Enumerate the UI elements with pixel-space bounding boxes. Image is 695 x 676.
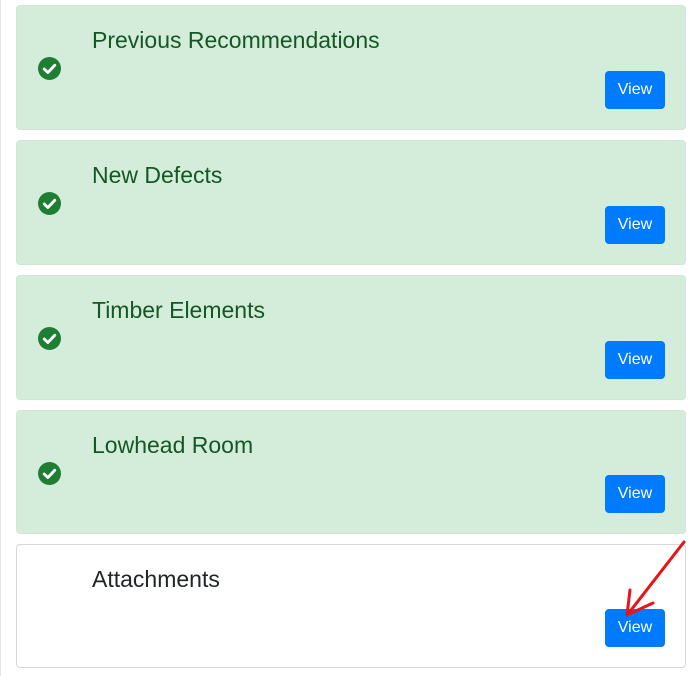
section-title: Previous Recommendations <box>92 27 380 53</box>
view-button[interactable]: View <box>605 609 665 647</box>
section-title: Timber Elements <box>92 297 265 323</box>
section-card-new-defects: New Defects View <box>16 140 686 265</box>
left-border <box>0 0 1 676</box>
sections-page: Previous Recommendations View New Defect… <box>0 0 695 676</box>
section-title: New Defects <box>92 162 223 188</box>
view-button[interactable]: View <box>605 475 665 513</box>
check-circle-icon <box>38 192 61 215</box>
view-button[interactable]: View <box>605 71 665 109</box>
section-card-previous-recommendations: Previous Recommendations View <box>16 5 686 130</box>
check-circle-icon <box>38 462 61 485</box>
section-card-timber-elements: Timber Elements View <box>16 275 686 400</box>
section-title: Lowhead Room <box>92 432 254 458</box>
section-card-lowhead-room: Lowhead Room View <box>16 410 686 534</box>
section-card-attachments: Attachments View <box>16 544 686 668</box>
view-button[interactable]: View <box>605 341 665 379</box>
view-button[interactable]: View <box>605 206 665 244</box>
check-circle-icon <box>38 327 61 350</box>
check-circle-icon <box>38 57 61 80</box>
section-title: Attachments <box>92 566 220 592</box>
